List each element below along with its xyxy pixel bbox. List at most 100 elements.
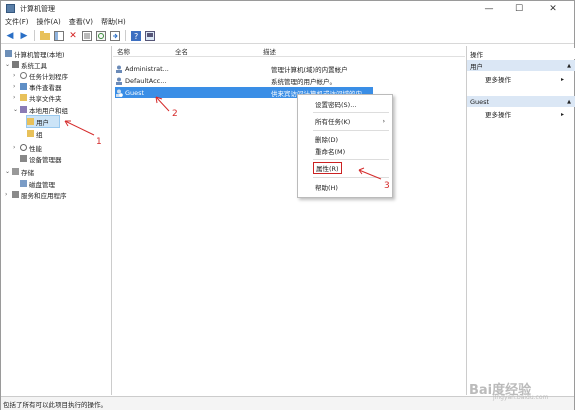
maximize-button[interactable]: ☐: [505, 1, 533, 16]
close-button[interactable]: ✕: [539, 1, 567, 16]
user-list: 名称 全名 描述 Administrat... 管理计算机(域)的内置帐户 De…: [113, 46, 465, 395]
expand-icon[interactable]: ›: [5, 191, 12, 198]
tools-icon: [12, 61, 19, 68]
collapse-icon[interactable]: ⌄: [5, 168, 12, 175]
computer-management-window: 计算机管理 — ☐ ✕ 文件(F) 操作(A) 查看(V) 帮助(H) ◀ ▶ …: [0, 0, 575, 410]
forward-icon[interactable]: ▶: [18, 30, 30, 42]
tree-item-storage[interactable]: ⌄ 存储: [5, 166, 34, 177]
tree-item-shared-folders[interactable]: › 共享文件夹: [13, 92, 62, 103]
expand-icon[interactable]: ›: [13, 83, 20, 90]
menu-item-label: 所有任务(K): [315, 118, 351, 126]
tree-item-performance[interactable]: › 性能: [13, 142, 42, 153]
table-row[interactable]: DefaultAcc... 系统管理的用户帐户。: [115, 75, 465, 86]
export-list-icon[interactable]: [109, 30, 121, 42]
properties-icon[interactable]: [81, 30, 93, 42]
tree-item-system-tools[interactable]: ⌄ 系统工具: [5, 59, 47, 70]
toolbar-divider: [34, 30, 35, 41]
back-icon[interactable]: ◀: [4, 30, 16, 42]
menu-divider: [313, 177, 389, 178]
status-text: 包括了所有可以此项目执行的操作。: [3, 400, 107, 409]
tree-item-disk-management[interactable]: 磁盘管理: [20, 178, 55, 189]
clock-icon: [20, 72, 27, 79]
event-viewer-icon: [20, 83, 27, 90]
shared-folder-icon: [20, 94, 27, 101]
tree-item-device-manager[interactable]: 设备管理器: [20, 153, 62, 164]
computer-icon: [5, 50, 12, 57]
tree-label: 磁盘管理: [29, 180, 55, 189]
header-divider: [113, 56, 465, 57]
section-label: Guest: [470, 97, 490, 106]
column-header-name[interactable]: 名称: [117, 46, 130, 56]
tree-label: 计算机管理(本地): [14, 50, 65, 59]
collapse-icon[interactable]: ▲: [567, 99, 571, 105]
action-more-actions[interactable]: 更多操作 ▸: [485, 74, 564, 85]
action-more-actions[interactable]: 更多操作 ▸: [485, 109, 564, 120]
tree-item-local-users-groups[interactable]: ⌄ 本地用户和组: [13, 104, 68, 115]
menu-item-delete[interactable]: 删除(D): [298, 133, 392, 145]
menu-item-properties[interactable]: 属性(R): [300, 162, 350, 174]
section-label: 用户: [470, 62, 483, 71]
collapse-icon[interactable]: ▲: [567, 63, 571, 69]
action-label: 更多操作: [485, 111, 511, 119]
tree-item-event-viewer[interactable]: › 事件查看器: [13, 81, 62, 92]
tree-label: 用户: [36, 118, 49, 127]
tree-item-services-apps[interactable]: › 服务和应用程序: [5, 189, 67, 200]
help-icon[interactable]: ?: [130, 30, 142, 42]
menu-item-set-password[interactable]: 设置密码(S)...: [298, 98, 392, 110]
menu-action[interactable]: 操作(A): [33, 17, 65, 27]
menu-item-label: 重命名(M): [315, 148, 346, 156]
user-icon: [115, 65, 123, 73]
user-disabled-icon: [115, 89, 123, 97]
column-header-description[interactable]: 描述: [263, 46, 276, 56]
disk-icon: [20, 180, 27, 187]
tree-label: 存储: [21, 168, 34, 177]
actions-header: 操作: [467, 48, 575, 59]
annotation-3: 3: [384, 181, 390, 191]
collapse-icon[interactable]: ⌄: [5, 61, 12, 68]
tree-item-task-scheduler[interactable]: › 任务计划程序: [13, 70, 68, 81]
menu-item-label: 设置密码(S)...: [315, 101, 357, 109]
action-label: 更多操作: [485, 76, 511, 84]
tree-label: 任务计划程序: [29, 72, 68, 81]
menu-item-help[interactable]: 帮助(H): [298, 181, 392, 193]
annotation-1: 1: [96, 137, 102, 147]
toolbar: ◀ ▶ ✕ ?: [1, 28, 574, 44]
menu-item-label: 删除(D): [315, 136, 339, 144]
menu-divider: [313, 130, 389, 131]
tree-item-root[interactable]: 计算机管理(本地): [5, 48, 65, 59]
delete-icon[interactable]: ✕: [67, 30, 79, 42]
console-icon[interactable]: [144, 30, 156, 42]
actions-pane: 操作 用户 ▲ 更多操作 ▸ Guest ▲ 更多操作 ▸: [466, 46, 575, 395]
menu-view[interactable]: 查看(V): [65, 17, 97, 27]
tree-item-users[interactable]: 用户: [26, 115, 60, 128]
actions-section-users[interactable]: 用户 ▲: [467, 60, 575, 71]
expand-icon[interactable]: ›: [13, 144, 20, 151]
menu-item-rename[interactable]: 重命名(M): [298, 145, 392, 157]
device-manager-icon: [20, 155, 27, 162]
up-folder-icon[interactable]: [39, 30, 51, 42]
menu-item-label: 帮助(H): [315, 184, 338, 192]
menu-item-all-tasks[interactable]: 所有任务(K) ›: [298, 115, 392, 127]
table-row[interactable]: Administrat... 管理计算机(域)的内置帐户: [115, 63, 465, 74]
menu-file[interactable]: 文件(F): [1, 17, 33, 27]
title-bar: 计算机管理 — ☐ ✕: [1, 1, 574, 16]
tree-label: 组: [36, 130, 43, 139]
tree-label: 服务和应用程序: [21, 191, 67, 200]
refresh-icon[interactable]: [95, 30, 107, 42]
collapse-icon[interactable]: ⌄: [13, 106, 20, 113]
menu-help[interactable]: 帮助(H): [97, 17, 130, 27]
tree-label: 事件查看器: [29, 83, 62, 92]
actions-section-guest[interactable]: Guest ▲: [467, 96, 575, 107]
expand-icon[interactable]: ›: [13, 72, 20, 79]
tree-item-groups[interactable]: 组: [27, 128, 43, 139]
user-name: Administrat...: [125, 64, 169, 73]
minimize-button[interactable]: —: [475, 1, 503, 16]
expand-icon[interactable]: ›: [13, 94, 20, 101]
toolbar-divider: [125, 30, 126, 41]
column-header-fullname[interactable]: 全名: [175, 46, 188, 56]
show-hide-tree-icon[interactable]: [53, 30, 65, 42]
status-bar: 包括了所有可以此项目执行的操作。: [1, 396, 574, 410]
submenu-arrow-icon: ▸: [561, 110, 565, 118]
context-menu: 设置密码(S)... 所有任务(K) › 删除(D) 重命名(M) 属性(R) 帮…: [297, 94, 393, 198]
user-name: Guest: [125, 88, 145, 97]
